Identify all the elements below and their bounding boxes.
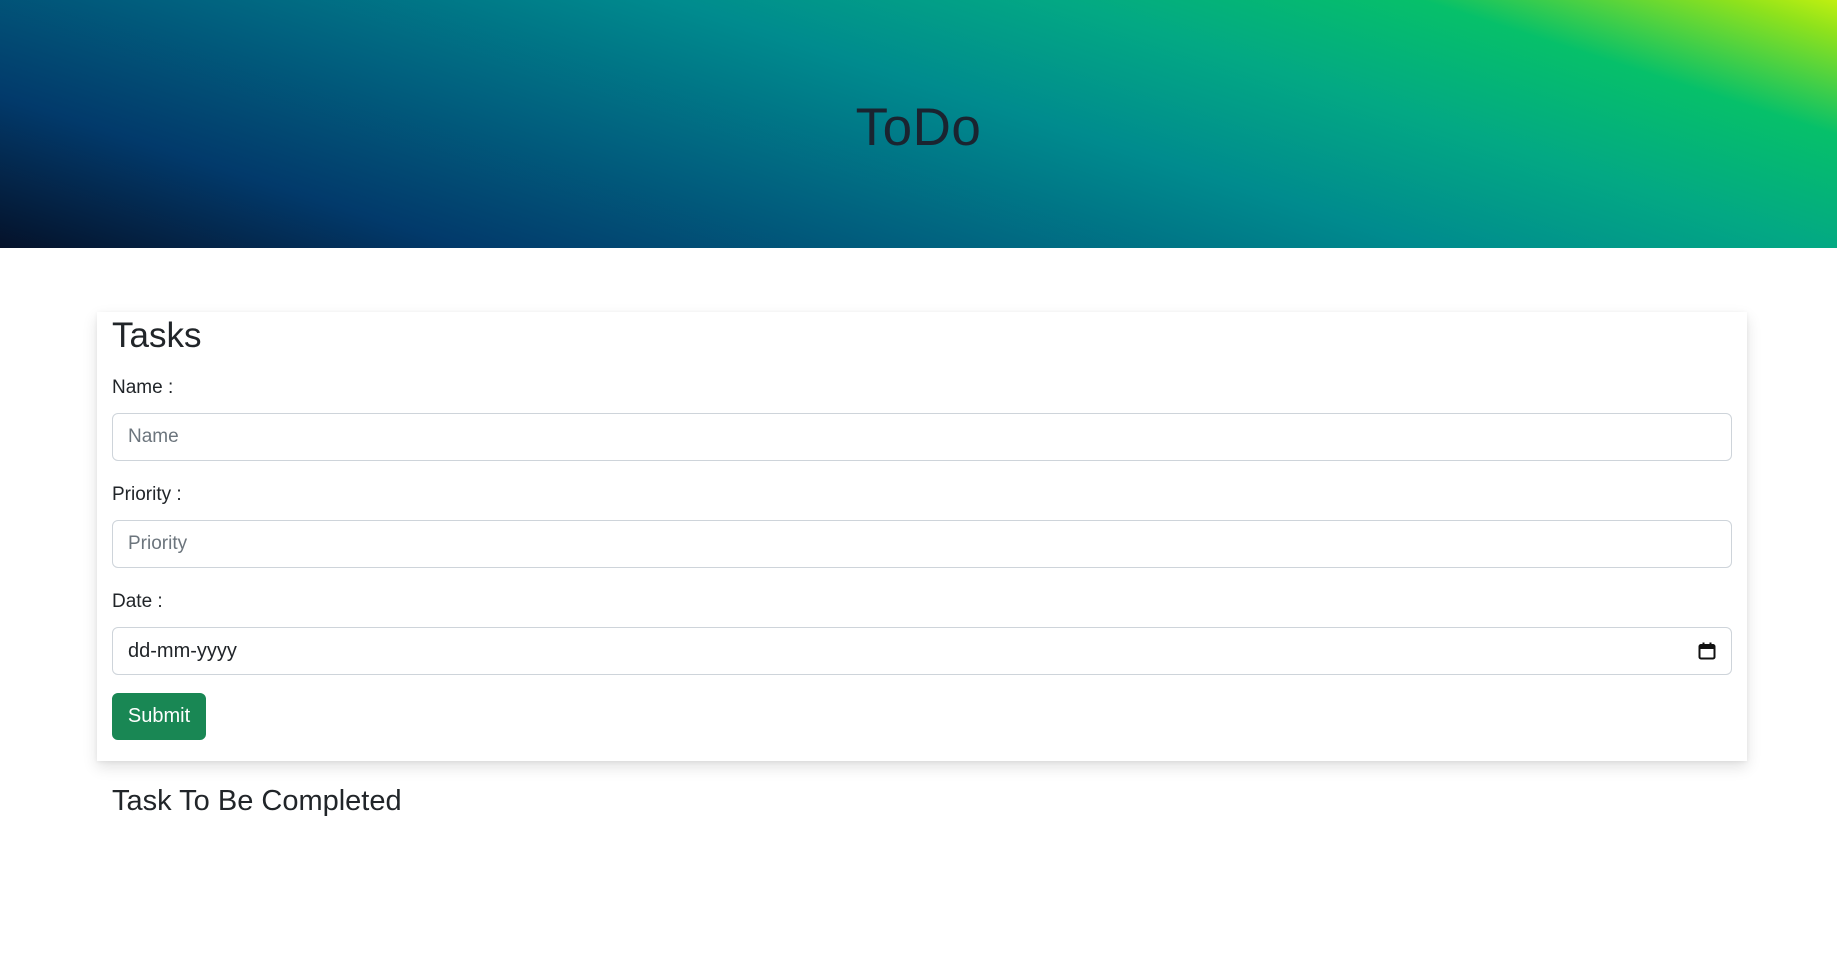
submit-button[interactable]: Submit	[112, 693, 206, 740]
task-form-card: Tasks Name : Priority : Date : dd-mm-yyy…	[97, 312, 1747, 761]
priority-input[interactable]	[112, 520, 1732, 568]
priority-label: Priority :	[112, 484, 182, 505]
date-input[interactable]: dd-mm-yyyy	[112, 627, 1732, 675]
name-label: Name :	[112, 377, 174, 398]
hero-banner: ToDo	[0, 0, 1837, 248]
calendar-icon[interactable]	[1698, 642, 1716, 660]
tasks-to-complete-heading: Task To Be Completed	[112, 785, 402, 817]
date-label: Date :	[112, 591, 163, 612]
app-title: ToDo	[855, 98, 982, 157]
date-placeholder: dd-mm-yyyy	[128, 639, 237, 662]
form-title: Tasks	[112, 316, 202, 355]
name-input[interactable]	[112, 413, 1732, 461]
